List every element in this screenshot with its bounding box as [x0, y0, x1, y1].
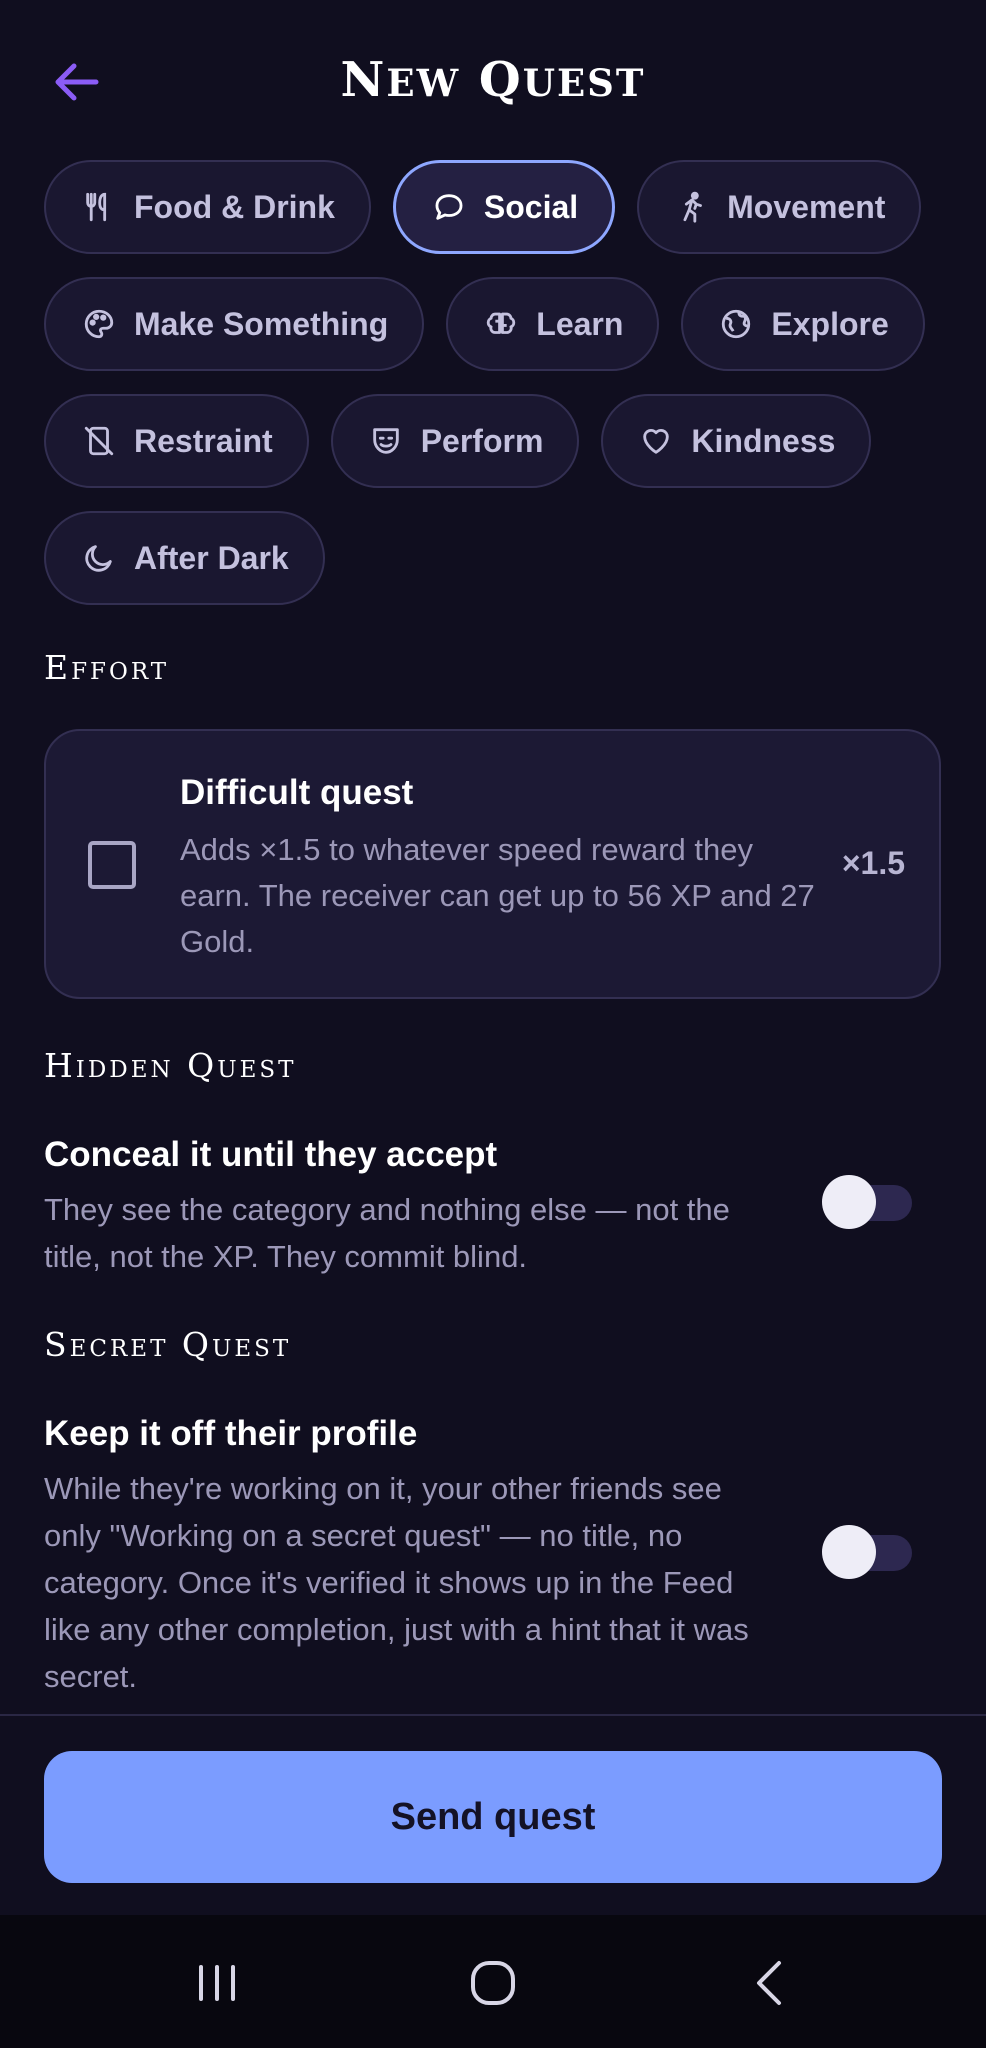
secret-quest-description: While they're working on it, your other … [44, 1471, 749, 1694]
section-header-effort: Effort [44, 648, 170, 687]
system-navigation-bar [0, 1915, 986, 2048]
category-chip-label: Make Something [134, 305, 389, 342]
category-chip-make-something[interactable]: Make Something [44, 277, 425, 371]
category-chips: Food & Drink Social Movement Make Someth… [44, 160, 964, 605]
category-chip-food-drink[interactable]: Food & Drink [44, 160, 371, 254]
category-chip-label: Social [483, 188, 579, 225]
theater-mask-icon [369, 424, 403, 458]
globe-icon [719, 307, 753, 341]
home-button[interactable] [453, 1943, 533, 2023]
home-icon [471, 1961, 515, 2005]
page-title: NEW QUEST [340, 52, 646, 108]
category-chip-kindness[interactable]: Kindness [601, 394, 872, 488]
phone-off-icon [82, 424, 116, 458]
category-chip-label: Restraint [134, 422, 273, 459]
category-chip-learn[interactable]: Learn [446, 277, 660, 371]
category-chip-label: Food & Drink [134, 188, 335, 225]
secret-quest-title: Keep it off their profile [44, 1414, 418, 1453]
palette-icon [82, 307, 116, 341]
difficult-quest-checkbox[interactable] [88, 841, 136, 889]
running-icon [675, 190, 709, 224]
category-chip-perform[interactable]: Perform [330, 394, 580, 488]
moon-icon [82, 541, 116, 575]
difficult-quest-title: Difficult quest [180, 773, 414, 812]
category-chip-label: Learn [536, 305, 624, 342]
hidden-quest-title: Conceal it until they accept [44, 1135, 498, 1174]
category-chip-movement[interactable]: Movement [637, 160, 922, 254]
send-quest-button[interactable]: Send quest [44, 1751, 942, 1883]
recent-apps-button[interactable] [177, 1943, 257, 2023]
category-chip-restraint[interactable]: Restraint [44, 394, 309, 488]
category-chip-label: After Dark [134, 539, 289, 576]
category-chip-explore[interactable]: Explore [681, 277, 925, 371]
new-quest-screen: NEW QUEST Food & Drink Social Movement M… [0, 0, 986, 2048]
toggle-knob [822, 1175, 876, 1229]
category-chip-social[interactable]: Social [392, 160, 616, 254]
toggle-knob [822, 1525, 876, 1579]
difficult-quest-card[interactable]: Difficult quest Adds ×1.5 to whatever sp… [44, 729, 941, 999]
section-header-secret-quest: Secret Quest [44, 1325, 292, 1364]
hidden-quest-toggle[interactable] [822, 1175, 912, 1229]
category-chip-after-dark[interactable]: After Dark [44, 511, 325, 605]
difficult-quest-description: Adds ×1.5 to whatever speed reward they … [180, 832, 815, 959]
section-header-hidden-quest: Hidden Quest [44, 1046, 297, 1085]
category-chip-label: Movement [727, 188, 886, 225]
secret-quest-toggle[interactable] [822, 1525, 912, 1579]
utensils-icon [82, 190, 116, 224]
chevron-left-icon [757, 1961, 781, 2005]
category-chip-label: Perform [420, 422, 544, 459]
hidden-quest-description: They see the category and nothing else —… [44, 1192, 730, 1274]
category-chip-label: Kindness [691, 422, 836, 459]
category-chip-label: Explore [771, 305, 889, 342]
footer-divider [0, 1714, 986, 1716]
difficulty-multiplier: ×1.5 [841, 845, 905, 881]
brain-icon [484, 307, 518, 341]
recent-apps-icon [199, 1965, 235, 2001]
heart-icon [639, 424, 673, 458]
chat-bubble-icon [432, 190, 466, 224]
system-back-button[interactable] [729, 1943, 809, 2023]
